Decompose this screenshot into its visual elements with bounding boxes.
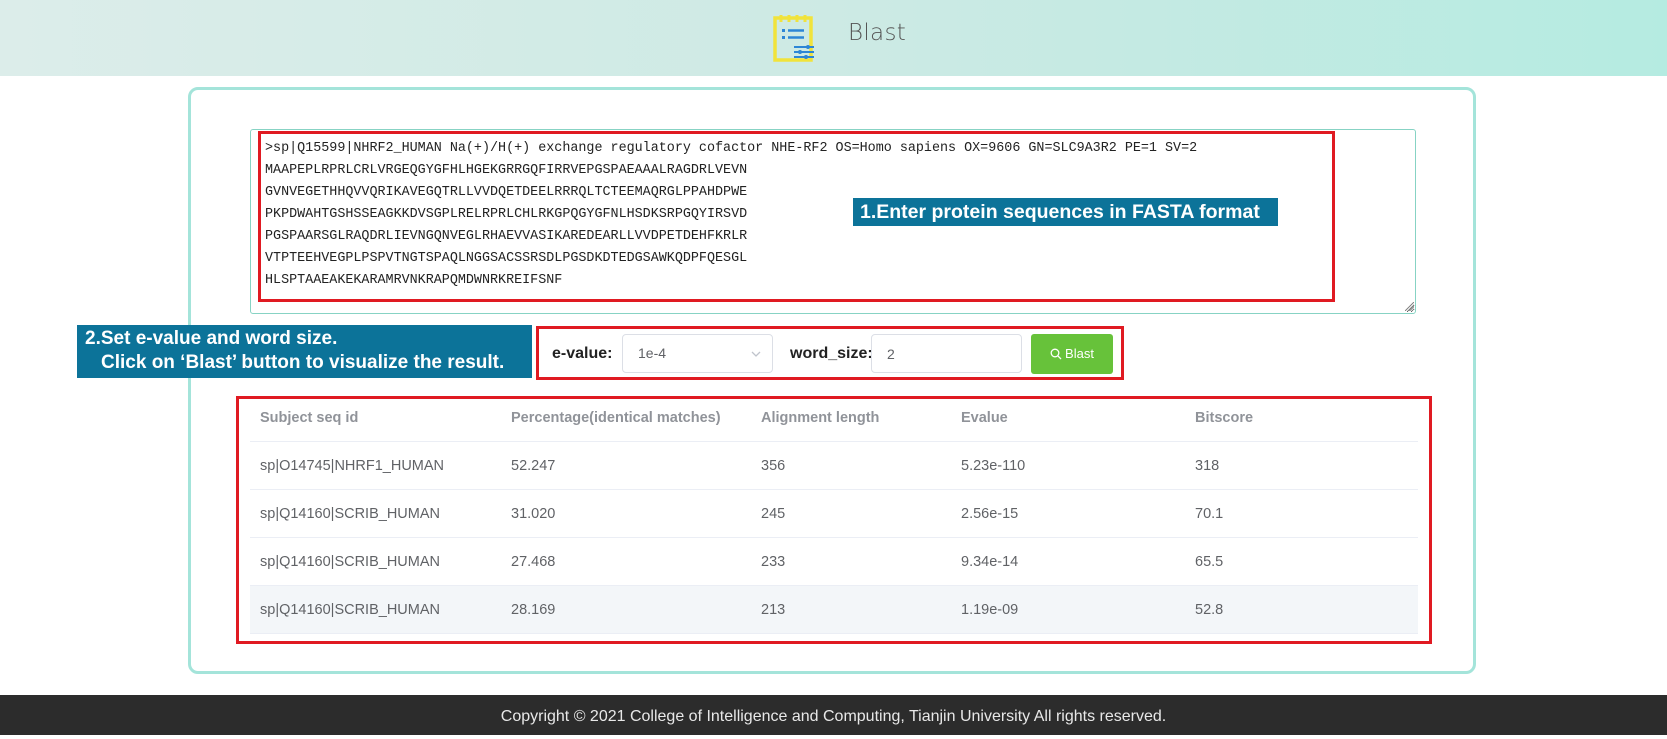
table-row[interactable]: sp|Q14160|SCRIB_HUMAN 28.169 213 1.19e-0… — [250, 586, 1418, 634]
evalue-selected: 1e-4 — [638, 345, 667, 361]
cell-bitscore: 70.1 — [1195, 506, 1224, 522]
blast-button-label: Blast — [1065, 346, 1094, 361]
cell-alignment-length: 245 — [761, 506, 786, 522]
cell-bitscore: 318 — [1195, 458, 1220, 474]
step2-line2: Click on ‘Blast’ button to visualize the… — [101, 352, 505, 373]
page-title: Blast — [848, 20, 907, 46]
column-header-alignment-length[interactable]: Alignment length — [761, 394, 879, 442]
results-table: Subject seq id Percentage(identical matc… — [250, 394, 1418, 634]
column-header-percentage[interactable]: Percentage(identical matches) — [511, 394, 721, 442]
evalue-select[interactable]: 1e-4 — [622, 334, 773, 373]
cell-percentage: 52.247 — [511, 458, 556, 474]
column-header-subject[interactable]: Subject seq id — [260, 394, 358, 442]
table-row[interactable]: sp|Q14160|SCRIB_HUMAN 31.020 245 2.56e-1… — [250, 490, 1418, 538]
evalue-label: e-value: — [552, 345, 613, 362]
cell-alignment-length: 213 — [761, 602, 786, 618]
page-header: Blast — [0, 0, 1667, 76]
table-row[interactable]: sp|Q14160|SCRIB_HUMAN 27.468 233 9.34e-1… — [250, 538, 1418, 586]
search-icon — [1050, 348, 1062, 360]
cell-percentage: 27.468 — [511, 554, 556, 570]
cell-evalue: 5.23e-110 — [961, 458, 1026, 474]
step1-callout: 1.Enter protein sequences in FASTA forma… — [853, 198, 1278, 226]
page-footer: Copyright © 2021 College of Intelligence… — [0, 695, 1667, 735]
cell-alignment-length: 233 — [761, 554, 786, 570]
document-settings-icon — [773, 15, 814, 62]
table-header-row: Subject seq id Percentage(identical matc… — [250, 394, 1418, 442]
word-size-input[interactable] — [871, 334, 1022, 373]
blast-button[interactable]: Blast — [1031, 334, 1113, 374]
table-row[interactable]: sp|O14745|NHRF1_HUMAN 52.247 356 5.23e-1… — [250, 442, 1418, 490]
cell-subject: sp|Q14160|SCRIB_HUMAN — [260, 554, 440, 570]
cell-evalue: 9.34e-14 — [961, 554, 1019, 570]
step2-callout: 2.Set e-value and word size. Click on ‘B… — [77, 325, 532, 378]
cell-bitscore: 65.5 — [1195, 554, 1224, 570]
chevron-down-icon — [751, 351, 761, 357]
column-header-evalue[interactable]: Evalue — [961, 394, 1008, 442]
step2-line1: 2.Set e-value and word size. — [85, 328, 338, 349]
copyright-text: Copyright © 2021 College of Intelligence… — [500, 708, 1167, 725]
cell-alignment-length: 356 — [761, 458, 786, 474]
cell-percentage: 28.169 — [511, 602, 556, 618]
cell-evalue: 2.56e-15 — [961, 506, 1019, 522]
cell-evalue: 1.19e-09 — [961, 602, 1019, 618]
cell-subject: sp|Q14160|SCRIB_HUMAN — [260, 506, 440, 522]
cell-percentage: 31.020 — [511, 506, 556, 522]
cell-bitscore: 52.8 — [1195, 602, 1224, 618]
cell-subject: sp|O14745|NHRF1_HUMAN — [260, 458, 445, 474]
cell-subject: sp|Q14160|SCRIB_HUMAN — [260, 602, 440, 618]
column-header-bitscore[interactable]: Bitscore — [1195, 394, 1253, 442]
word-size-label: word_size: — [790, 345, 873, 362]
textarea-resize-handle[interactable] — [1405, 302, 1414, 311]
